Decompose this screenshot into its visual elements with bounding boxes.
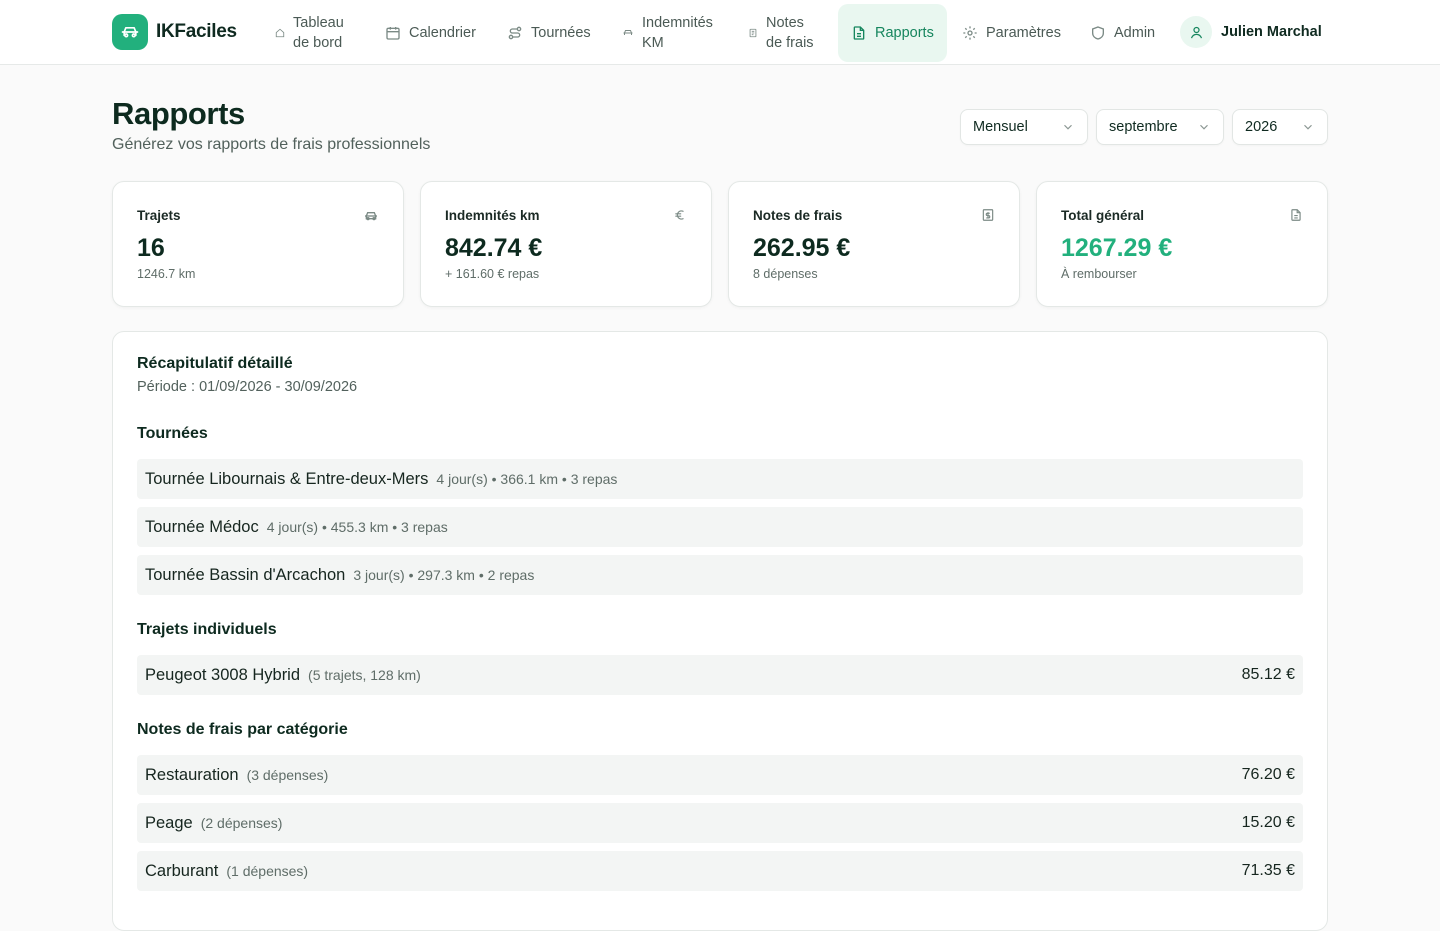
nav-dashboard-label-line2: de bord xyxy=(293,35,343,51)
stat-value: 1267.29 € xyxy=(1061,234,1173,262)
nav-reports-label: Rapports xyxy=(875,25,934,41)
category-amount: 76.20 € xyxy=(1241,766,1295,783)
category-row: Carburant (1 dépenses) 71.35 € xyxy=(137,851,1303,891)
nav-expense-notes-label: Notes de frais xyxy=(766,13,814,53)
stat-label: Total général xyxy=(1061,208,1145,223)
page-title: Rapports xyxy=(112,96,245,131)
category-name: Restauration xyxy=(145,765,239,784)
chevron-down-icon xyxy=(1301,120,1315,134)
category-meta: (2 dépenses) xyxy=(200,815,283,831)
period-select-value: Mensuel xyxy=(973,119,1028,135)
euro-icon xyxy=(673,208,687,222)
home-icon xyxy=(275,28,285,38)
stat-sub: À rembourser xyxy=(1061,267,1137,281)
user-name: Julien Marchal xyxy=(1221,24,1322,40)
receipt-icon xyxy=(981,208,995,222)
category-row: Restauration (3 dépenses) 76.20 € xyxy=(137,755,1303,795)
category-amount: 15.20 € xyxy=(1241,814,1295,831)
category-row: Peage (2 dépenses) 15.20 € xyxy=(137,803,1303,843)
calendar-icon xyxy=(385,25,401,41)
nav-expense-notes-label-line1: Notes xyxy=(766,15,804,31)
stat-card-trips: Trajets 16 1246.7 km xyxy=(112,181,404,307)
stat-value: 262.95 € xyxy=(753,234,851,262)
brand-logo[interactable]: IKFaciles xyxy=(112,14,237,50)
user-avatar-icon xyxy=(1180,16,1212,48)
tour-name: Tournée Bassin d'Arcachon xyxy=(145,565,346,584)
chevron-down-icon xyxy=(1061,120,1075,134)
category-amount: 71.35 € xyxy=(1241,862,1295,879)
tour-row: Tournée Médoc 4 jour(s) • 455.3 km • 3 r… xyxy=(137,507,1303,547)
category-name: Carburant xyxy=(145,861,219,880)
category-name: Peage xyxy=(145,813,193,832)
nav-tours-label: Tournées xyxy=(531,25,591,41)
stat-label: Indemnités km xyxy=(445,208,540,223)
nav-expense-notes[interactable]: Notes de frais xyxy=(748,4,814,62)
summary-period: Période : 01/09/2026 - 30/09/2026 xyxy=(137,379,358,395)
nav-dashboard-label-line1: Tableau xyxy=(293,15,344,31)
stat-label: Notes de frais xyxy=(753,208,843,223)
month-select[interactable]: septembre xyxy=(1096,109,1224,145)
nav-km-allowances-label-line1: Indemnités xyxy=(642,15,713,31)
stat-value: 16 xyxy=(137,234,165,262)
user-menu[interactable]: Julien Marchal xyxy=(1180,16,1322,48)
document-icon xyxy=(1289,208,1303,222)
tour-name: Tournée Libournais & Entre-deux-Mers xyxy=(145,469,429,488)
detailed-summary-panel: Récapitulatif détaillé Période : 01/09/2… xyxy=(112,331,1328,931)
nav-expense-notes-label-line2: de frais xyxy=(766,35,814,51)
nav-settings[interactable]: Paramètres xyxy=(962,4,1061,62)
nav-tours[interactable]: Tournées xyxy=(507,4,591,62)
brand-name: IKFaciles xyxy=(156,21,237,42)
nav-dashboard[interactable]: Tableau de bord xyxy=(275,4,344,62)
nav-calendar-label: Calendrier xyxy=(409,25,476,41)
nav-km-allowances-label-line2: KM xyxy=(642,35,664,51)
stat-sub: 8 dépenses xyxy=(753,267,818,281)
nav-reports[interactable]: Rapports xyxy=(838,4,947,62)
tour-meta: 3 jour(s) • 297.3 km • 2 repas xyxy=(353,567,535,583)
tour-row: Tournée Bassin d'Arcachon 3 jour(s) • 29… xyxy=(137,555,1303,595)
nav-admin[interactable]: Admin xyxy=(1090,4,1155,62)
year-select-value: 2026 xyxy=(1245,119,1278,135)
vehicle-name: Peugeot 3008 Hybrid xyxy=(145,665,301,684)
stat-card-expense-notes: Notes de frais 262.95 € 8 dépenses xyxy=(728,181,1020,307)
trip-amount: 85.12 € xyxy=(1241,666,1295,683)
chevron-down-icon xyxy=(1197,120,1211,134)
stat-value: 842.74 € xyxy=(445,234,543,262)
tours-section-title: Tournées xyxy=(137,425,208,442)
gear-icon xyxy=(962,25,978,41)
tour-row: Tournée Libournais & Entre-deux-Mers 4 j… xyxy=(137,459,1303,499)
car-logo-icon xyxy=(112,14,148,50)
nav-km-allowances[interactable]: Indemnités KM xyxy=(622,4,713,62)
car-icon xyxy=(363,208,379,224)
shield-icon xyxy=(1090,25,1106,41)
nav-km-allowances-label: Indemnités KM xyxy=(642,13,713,53)
file-text-icon xyxy=(851,25,867,41)
nav-admin-label: Admin xyxy=(1114,25,1156,41)
trip-meta: (5 trajets, 128 km) xyxy=(308,667,421,683)
category-meta: (3 dépenses) xyxy=(246,767,329,783)
page-subtitle: Générez vos rapports de frais profession… xyxy=(112,136,431,153)
summary-title: Récapitulatif détaillé xyxy=(137,355,293,372)
tour-meta: 4 jour(s) • 366.1 km • 3 repas xyxy=(436,471,618,487)
tour-meta: 4 jour(s) • 455.3 km • 3 repas xyxy=(266,519,448,535)
nav-calendar[interactable]: Calendrier xyxy=(385,4,476,62)
year-select[interactable]: 2026 xyxy=(1232,109,1328,145)
trips-section-title: Trajets individuels xyxy=(137,621,277,638)
period-select[interactable]: Mensuel xyxy=(960,109,1088,145)
stat-sub: + 161.60 € repas xyxy=(445,267,540,281)
tour-name: Tournée Médoc xyxy=(145,517,259,536)
category-meta: (1 dépenses) xyxy=(226,863,309,879)
top-navbar: IKFaciles Tableau de bord Calendrier Tou… xyxy=(0,0,1440,65)
month-select-value: septembre xyxy=(1109,119,1178,135)
receipt-icon xyxy=(748,28,758,38)
car-icon xyxy=(622,27,634,39)
nav-dashboard-label: Tableau de bord xyxy=(293,13,344,53)
trip-row: Peugeot 3008 Hybrid (5 trajets, 128 km) … xyxy=(137,655,1303,695)
categories-section-title: Notes de frais par catégorie xyxy=(137,721,348,738)
route-icon xyxy=(507,25,523,41)
stat-label: Trajets xyxy=(137,208,181,223)
stat-card-total: Total général 1267.29 € À rembourser xyxy=(1036,181,1328,307)
nav-settings-label: Paramètres xyxy=(986,25,1061,41)
stat-card-km-allowances: Indemnités km 842.74 € + 161.60 € repas xyxy=(420,181,712,307)
stat-sub: 1246.7 km xyxy=(137,267,196,281)
